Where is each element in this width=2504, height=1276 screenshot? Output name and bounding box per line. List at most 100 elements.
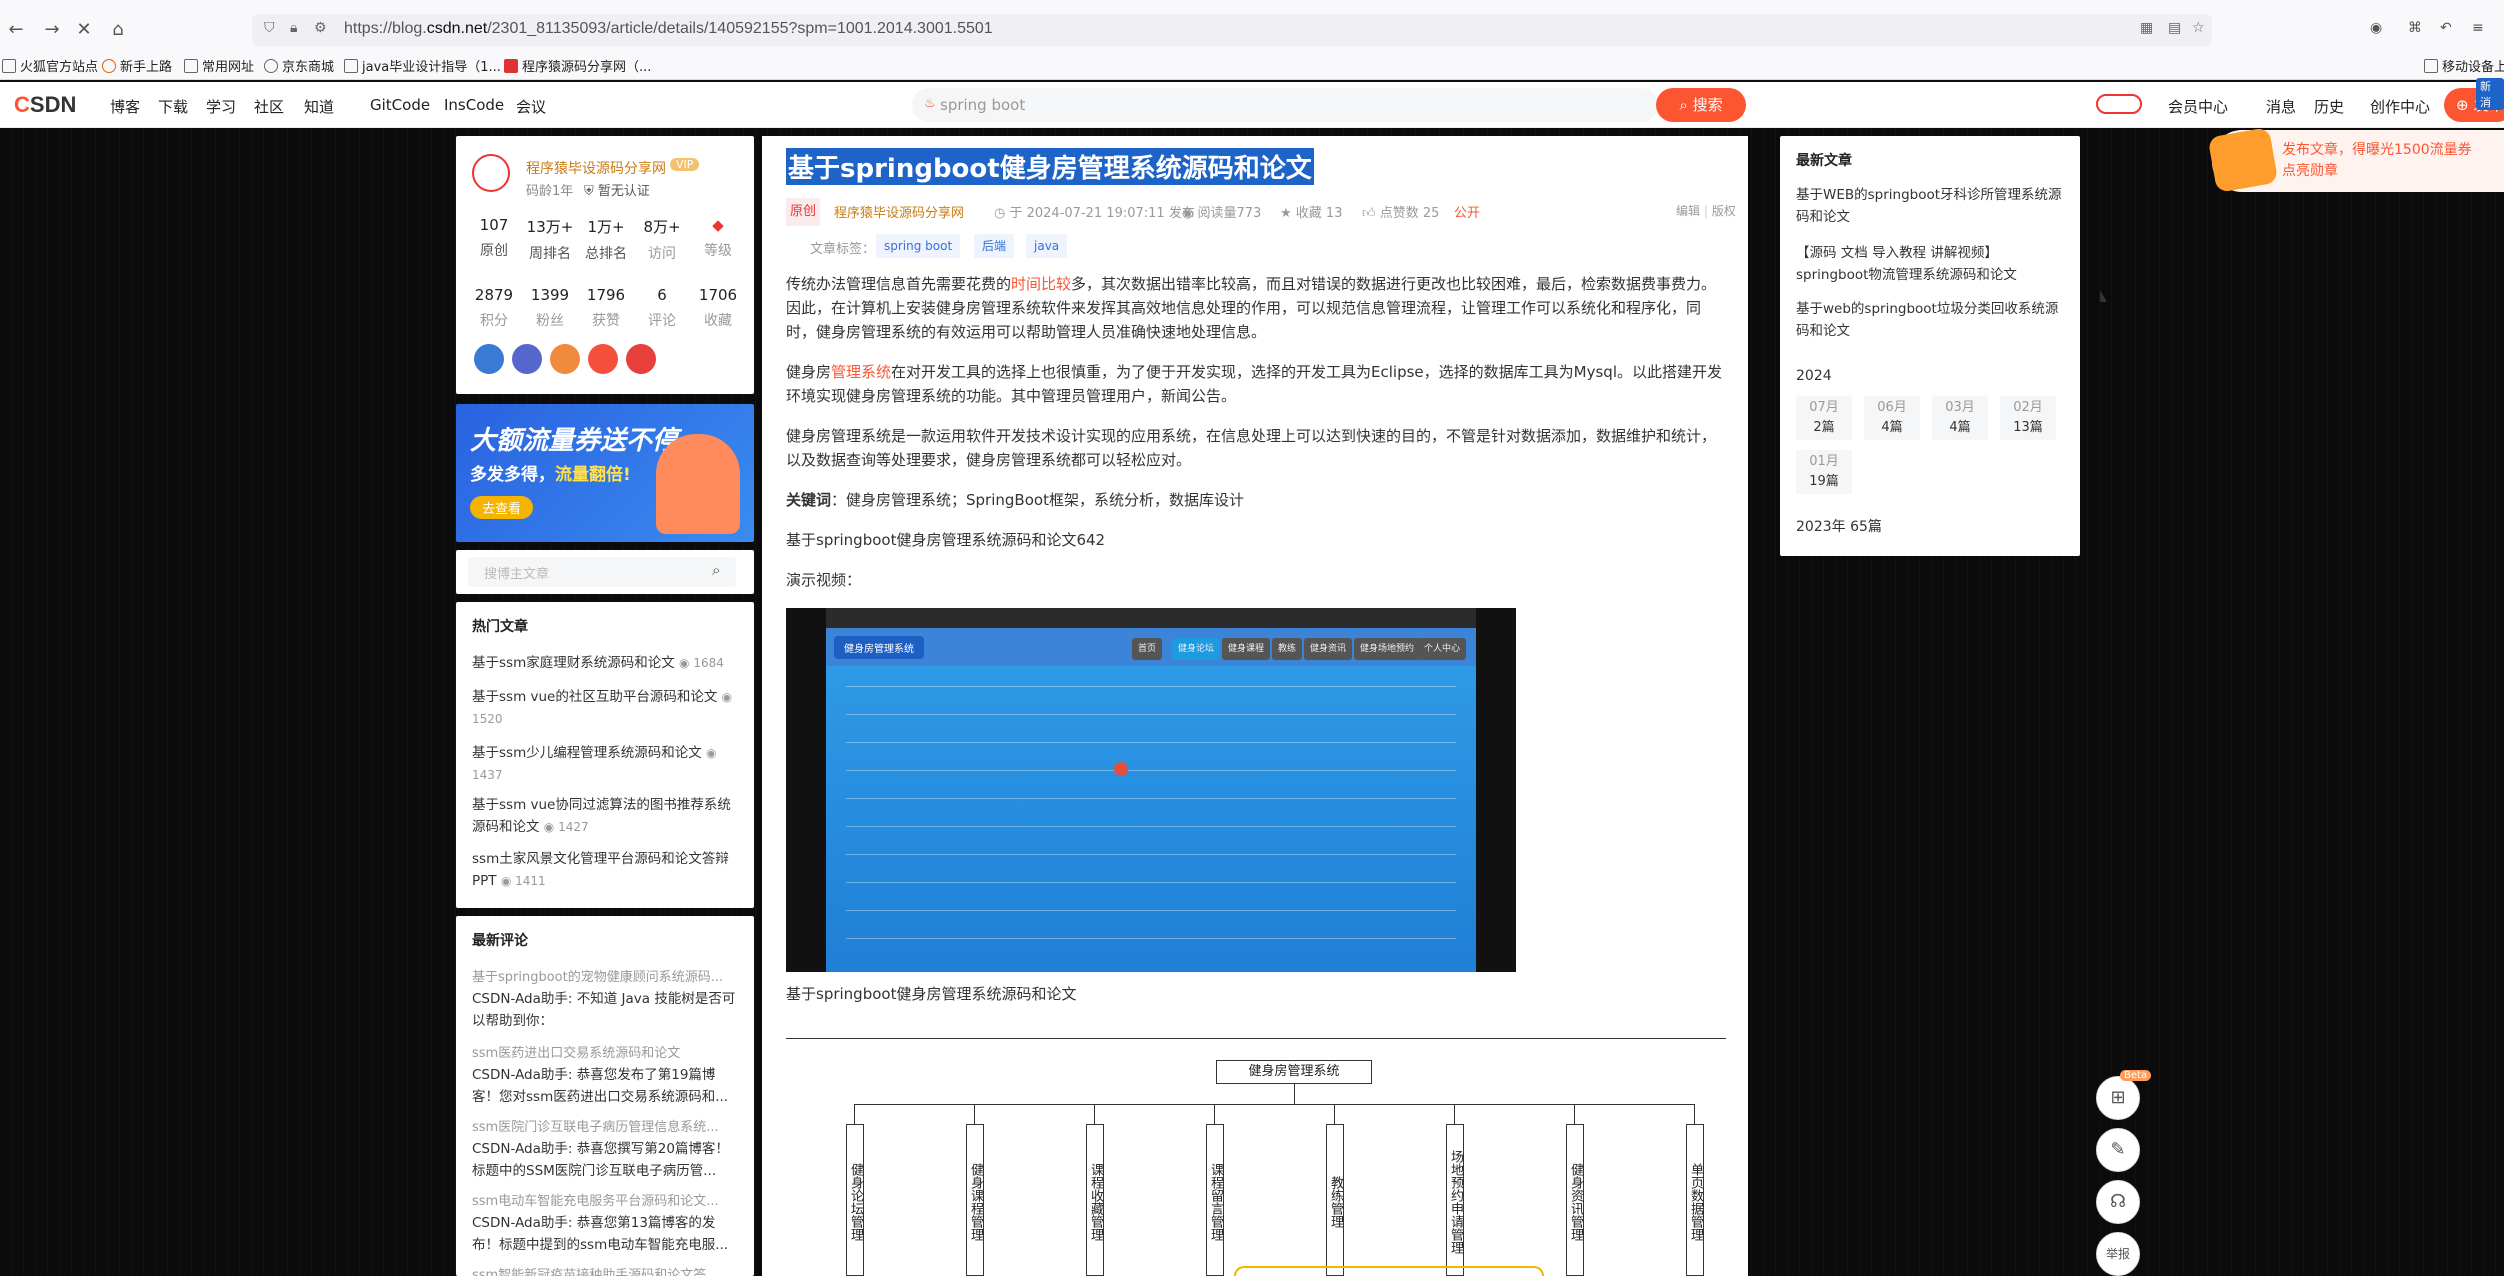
medal-icon[interactable]	[550, 344, 580, 374]
edit-note-button[interactable]: ✎	[2096, 1128, 2140, 1172]
user-avatar[interactable]	[2096, 94, 2142, 114]
hot-article-item[interactable]: 基于ssm少儿编程管理系统源码和论文 ◉ 1437	[472, 742, 744, 786]
medal-icon[interactable]	[588, 344, 618, 374]
forward-icon[interactable]: →	[40, 18, 64, 42]
nav-blog[interactable]: 博客	[110, 96, 140, 117]
recent-article-item[interactable]: 基于WEB的springboot牙科诊所管理系统源码和论文	[1796, 184, 2070, 228]
comment-article-title[interactable]: ssm电动车智能充电服务平台源码和论文...	[472, 1190, 742, 1209]
blogger-search-input[interactable]: 搜博主文章 ⌕	[468, 557, 736, 587]
article-favorites[interactable]: ★ 收藏 13	[1280, 202, 1342, 221]
comment-text[interactable]: CSDN-Ada助手: 恭喜您第13篇博客的发布！标题中提到的ssm电动车智能充…	[472, 1212, 742, 1256]
video-tab: 教练	[1272, 638, 1303, 660]
comment-article-title[interactable]: 基于springboot的宠物健康顾问系统源码...	[472, 966, 742, 985]
search-input[interactable]: ♨ spring boot	[912, 88, 1658, 122]
url-text[interactable]: https://blog.csdn.net/2301_81135093/arti…	[344, 20, 993, 38]
bookmark-item[interactable]: 火狐官方站点	[2, 56, 98, 75]
nav-download[interactable]: 下载	[158, 96, 188, 117]
tag-java[interactable]: java	[1026, 234, 1068, 258]
back-icon[interactable]: ←	[4, 18, 28, 42]
bookmark-star-icon[interactable]: ☆	[2192, 20, 2205, 36]
comment-text[interactable]: CSDN-Ada助手: 恭喜您发布了第19篇博客！您对ssm医药进出口交易系统源…	[472, 1064, 742, 1108]
archive-year[interactable]: 2023年 65篇	[1796, 516, 1882, 536]
search-icon[interactable]: ⌕	[712, 561, 720, 579]
article-likes[interactable]: 👍︎ 点赞数 25	[1362, 202, 1439, 221]
tag-spring-boot[interactable]: spring boot	[876, 234, 961, 258]
stat-original[interactable]: 107 原创	[466, 216, 522, 260]
home-icon[interactable]: ⌂	[106, 18, 130, 42]
ai-assistant-button[interactable]: ⊞	[2096, 1076, 2140, 1120]
reader-icon[interactable]: ▤	[2168, 20, 2181, 36]
stop-icon[interactable]: ✕	[72, 18, 96, 42]
medal-icon[interactable]	[474, 344, 504, 374]
diagram-connector	[1294, 1084, 1295, 1104]
bookmark-item[interactable]: 常用网址	[184, 56, 254, 75]
publish-promo[interactable]: 发布文章，得曝光1500流量券 点亮勋章	[2207, 127, 2504, 193]
bookmark-item[interactable]: java毕业设计指导（1...	[344, 56, 501, 75]
nav-community[interactable]: 社区	[254, 96, 284, 117]
stat-total-rank[interactable]: 1万+ 总排名	[578, 216, 634, 263]
video-tab: 个人中心	[1418, 638, 1467, 660]
comment-article-title[interactable]: ssm医药进出口交易系统源码和论文	[472, 1042, 742, 1061]
comment-text[interactable]: CSDN-Ada助手: 恭喜您撰写第20篇博客！标题中的SSM医院门诊互联电子病…	[472, 1138, 742, 1182]
bookmark-item[interactable]: 新手上路	[102, 56, 172, 75]
comment-text[interactable]: CSDN-Ada助手: 不知道 Java 技能树是否可以帮助到你：https:/…	[472, 988, 742, 1032]
demo-video[interactable]: 健身房管理系统 首页 健身论坛 健身课程 教练 健身资讯 健身场地预约 个人中心	[786, 608, 1516, 972]
shield-icon[interactable]: ⛉	[264, 20, 275, 36]
author-avatar[interactable]	[472, 154, 510, 192]
bookmark-item[interactable]: 程序猿源码分享网（...	[504, 56, 651, 75]
nav-learn[interactable]: 学习	[206, 96, 236, 117]
article-author[interactable]: 程序猿毕设源码分享网	[834, 206, 964, 221]
nav-creator-center[interactable]: 创作中心	[2370, 96, 2430, 117]
extensions-icon[interactable]: ⌘	[2408, 20, 2422, 36]
stat-level[interactable]: ◆ 等级	[690, 216, 746, 260]
hot-article-item[interactable]: 基于ssm家庭理财系统源码和论文 ◉ 1684	[472, 652, 744, 674]
hot-article-item[interactable]: 基于ssm vue协同过滤算法的图书推荐系统源码和论文 ◉ 1427	[472, 794, 744, 838]
archive-month[interactable]: 03月 4篇	[1932, 396, 1988, 440]
nav-inscode[interactable]: InsCode	[444, 96, 504, 114]
search-button[interactable]: ⌕ 搜索	[1656, 88, 1746, 122]
hot-article-item[interactable]: ssm土家风景文化管理平台源码和论文答辩PPT ◉ 1411	[472, 848, 744, 892]
nav-gitcode[interactable]: GitCode	[370, 96, 430, 114]
keyword-link[interactable]: 管理系统	[831, 363, 891, 381]
account-icon[interactable]: ◉	[2370, 20, 2382, 36]
edit-link[interactable]: 编辑	[1676, 204, 1700, 218]
keyword-link[interactable]: 时间比较	[1011, 275, 1071, 293]
author-name[interactable]: 程序猿毕设源码分享网	[526, 158, 666, 178]
article-title[interactable]: 基于springboot健身房管理系统源码和论文	[786, 148, 1314, 185]
comment-article-title[interactable]: ssm智能新冠疫苗接种助手源码和论文答...	[472, 1264, 742, 1276]
recent-article-item[interactable]: 基于web的springboot垃圾分类回收系统源码和论文	[1796, 298, 2070, 342]
hot-article-item[interactable]: 基于ssm vue的社区互助平台源码和论文 ◉ 1520	[472, 686, 744, 730]
level-icon: ◆	[712, 216, 724, 234]
customer-service-button[interactable]: ☊	[2096, 1180, 2140, 1224]
csdn-logo[interactable]: CSDN	[14, 92, 76, 118]
medal-icon[interactable]	[626, 344, 656, 374]
archive-month[interactable]: 01月 19篇	[1796, 450, 1852, 494]
permissions-icon[interactable]: ⚙	[314, 20, 327, 36]
nav-history[interactable]: 历史	[2314, 96, 2344, 117]
menu-icon[interactable]: ≡	[2472, 20, 2484, 36]
medal-icon[interactable]	[512, 344, 542, 374]
recent-article-item[interactable]: 【源码 文档 导入教程 讲解视频】springboot物流管理系统源码和论文	[1796, 242, 2070, 286]
nav-meeting[interactable]: 会议	[516, 96, 546, 117]
report-button[interactable]: 举报	[2096, 1232, 2140, 1276]
address-bar[interactable]: ⛉ 🔒︎ ⚙ https://blog.csdn.net/2301_811350…	[252, 14, 2212, 46]
archive-month[interactable]: 06月 4篇	[1864, 396, 1920, 440]
qr-icon[interactable]: ▦	[2140, 20, 2153, 36]
archive-year[interactable]: 2024	[1796, 368, 1832, 384]
lock-icon[interactable]: 🔒︎	[290, 20, 297, 36]
traffic-coupon-ad[interactable]: 大额流量券送不停 多发多得，流量翻倍! 去查看	[456, 404, 754, 542]
archive-month[interactable]: 07月 2篇	[1796, 396, 1852, 440]
stat-week-rank[interactable]: 13万+ 周排名	[522, 216, 578, 263]
copyright-link[interactable]: 版权	[1712, 204, 1736, 218]
tag-backend[interactable]: 后端	[974, 234, 1015, 258]
bookmark-item[interactable]: 京东商城	[264, 56, 334, 75]
nav-vip-center[interactable]: 会员中心	[2168, 96, 2228, 117]
undo-icon[interactable]: ↶	[2440, 20, 2452, 36]
bookmark-item[interactable]: 移动设备上	[2424, 56, 2504, 75]
comment-article-title[interactable]: ssm医院门诊互联电子病历管理信息系统...	[472, 1116, 742, 1135]
nav-zhidao[interactable]: 知道	[304, 96, 334, 117]
archive-month[interactable]: 02月 13篇	[2000, 396, 2056, 440]
ad-view-button[interactable]: 去查看	[470, 496, 534, 519]
diagram-connector	[1334, 1104, 1335, 1124]
nav-messages[interactable]: 消息	[2266, 96, 2296, 117]
